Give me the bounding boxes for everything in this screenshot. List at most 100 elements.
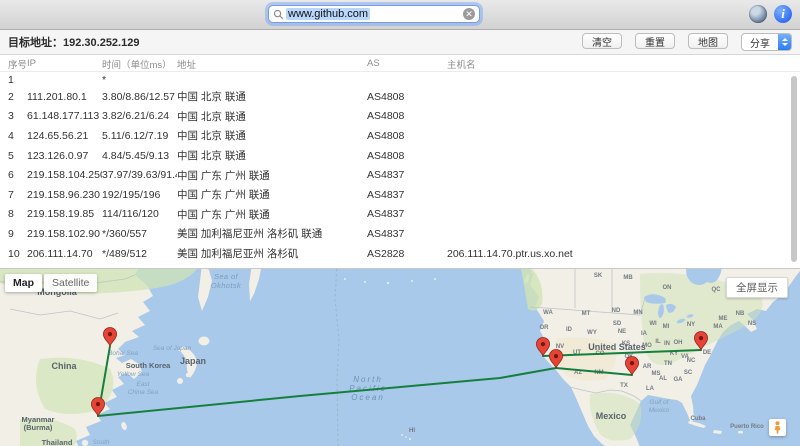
table-row[interactable]: 6 219.158.104.250 37.97/39.63/91.43 中国 广… [0, 165, 800, 185]
map-label: DE [703, 350, 711, 356]
vertical-scrollbar[interactable] [791, 76, 797, 262]
map-label: MN [633, 310, 642, 316]
col-as: AS [367, 58, 447, 69]
clear-button[interactable]: 清空 [582, 33, 622, 49]
target-address-label: 目标地址： [8, 37, 63, 49]
map-label: IA [641, 331, 648, 337]
clear-search-icon[interactable]: ✕ [463, 8, 475, 20]
table-header: 序号 IP 时间（单位ms） 地址 AS 主机名 [0, 56, 800, 72]
map-svg: MongoliaChinaSouth KoreaJapanUnited Stat… [0, 269, 800, 446]
map-label: Ocean [351, 393, 385, 402]
map-label: Bohai Sea [108, 350, 138, 357]
col-no: 序号 [0, 57, 27, 71]
map-label: OH [674, 340, 683, 346]
table-row[interactable]: 10 206.111.14.70 */489/512 美国 加利福尼亚州 洛杉矶… [0, 244, 800, 264]
map-label: HI [409, 428, 415, 434]
map-label: Yellow Sea [117, 371, 150, 378]
map-label: Puerto Rico [730, 424, 764, 430]
map-label: AR [643, 364, 652, 370]
map-label: LA [646, 386, 655, 392]
map-label: WY [587, 330, 597, 336]
map-label: MB [623, 275, 633, 281]
share-dropdown-stepper[interactable] [778, 34, 791, 50]
table-row[interactable]: 3 61.148.177.113 3.82/6.21/6.24 中国 北京 联通… [0, 107, 800, 127]
table-row[interactable]: 4 124.65.56.21 5.11/6.12/7.19 中国 北京 联通 A… [0, 126, 800, 146]
map-label: South Korea [126, 361, 171, 370]
reset-button[interactable]: 重置 [635, 33, 675, 49]
map-label: Thailand [42, 438, 73, 446]
map-label: ID [566, 327, 573, 333]
map-label: ND [612, 308, 621, 314]
hop-table-body: 1 * 2 111.201.80.1 3.80/8.86/12.57 中国 北京… [0, 72, 800, 263]
table-row[interactable]: 8 219.158.19.85 114/116/120 中国 广东 广州 联通 … [0, 205, 800, 225]
map-label: NE [618, 329, 626, 335]
map-type-button-map[interactable]: Map [5, 274, 42, 292]
route-map[interactable]: MongoliaChinaSouth KoreaJapanUnited Stat… [0, 268, 800, 446]
col-addr: 地址 [177, 57, 367, 71]
table-row[interactable]: 7 219.158.96.230 192/195/196 中国 广东 广州 联通… [0, 185, 800, 205]
map-label: MT [582, 311, 591, 317]
table-row[interactable]: 1 * [0, 72, 800, 87]
table-row[interactable]: 9 219.158.102.90 */360/557 美国 加利福尼亚州 洛杉矶… [0, 224, 800, 244]
map-label: NS [748, 321, 756, 327]
table-row[interactable]: 2 111.201.80.1 3.80/8.86/12.57 中国 北京 联通 … [0, 87, 800, 107]
map-label: Japan [180, 356, 206, 366]
map-label: SC [684, 370, 693, 376]
map-label: QC [712, 287, 722, 293]
map-label: NV [556, 344, 564, 350]
subbar: 目标地址：192.30.252.129 清空 重置 地图 分享 [0, 30, 800, 55]
search-value: www.github.com [286, 8, 370, 20]
pegman-control[interactable] [769, 419, 786, 436]
info-icon[interactable]: i [774, 5, 792, 23]
map-label: MA [713, 324, 723, 330]
chevron-up-icon [782, 38, 788, 41]
map-label: Okhotsk [211, 281, 242, 290]
map-label: MI [663, 324, 670, 330]
map-label: NY [687, 322, 695, 328]
map-label: AL [659, 376, 667, 382]
map-label: SD [613, 321, 622, 327]
map-label: Mexico [596, 411, 627, 421]
map-label: MO [642, 343, 652, 349]
map-label: VA [681, 354, 690, 360]
map-label: ON [663, 285, 672, 291]
share-button[interactable]: 分享 [741, 33, 792, 51]
map-label: IL [655, 339, 661, 345]
app-window: www.github.com ✕ i 目标地址：192.30.252.129 清… [0, 0, 800, 446]
map-label: WA [543, 310, 553, 316]
fullscreen-button[interactable]: 全屏显示 [726, 277, 788, 298]
map-button[interactable]: 地图 [688, 33, 728, 49]
map-label: China Sea [128, 389, 159, 396]
map-type-button-satellite[interactable]: Satellite [44, 274, 97, 292]
map-label: GA [674, 377, 684, 383]
col-host: 主机名 [447, 57, 800, 71]
col-time: 时间（单位ms） [102, 57, 177, 71]
hop-table: 序号 IP 时间（单位ms） 地址 AS 主机名 1 * 2 111.201.8… [0, 56, 800, 268]
map-label: OR [540, 325, 550, 331]
map-label: KS [622, 341, 630, 347]
toolbar: www.github.com ✕ i [0, 0, 800, 30]
map-label: TX [620, 383, 628, 389]
search-input[interactable]: www.github.com ✕ [268, 5, 480, 23]
pegman-icon [773, 421, 782, 434]
map-label: SK [594, 273, 603, 279]
map-label: Mexico [649, 407, 670, 414]
map-label: TN [664, 361, 672, 367]
map-label: North [353, 375, 383, 384]
globe-icon[interactable] [749, 5, 767, 23]
share-button-label: 分享 [742, 34, 778, 50]
chevron-down-icon [782, 43, 788, 46]
map-label: IN [664, 341, 670, 347]
search-icon [273, 9, 284, 20]
map-label: Gulf of [649, 399, 669, 406]
map-label: Sea of [214, 272, 239, 281]
map-label: East [136, 381, 150, 388]
map-label: WI [649, 321, 657, 327]
target-address-value: 192.30.252.129 [63, 37, 139, 49]
map-label: China [51, 361, 77, 371]
map-label: ME [719, 316, 728, 322]
table-row[interactable]: 5 123.126.0.97 4.84/5.45/9.13 中国 北京 联通 A… [0, 146, 800, 166]
map-label: (Burma) [24, 423, 53, 432]
map-label: Sea of Japan [153, 345, 192, 352]
map-label: Cuba [691, 416, 707, 422]
